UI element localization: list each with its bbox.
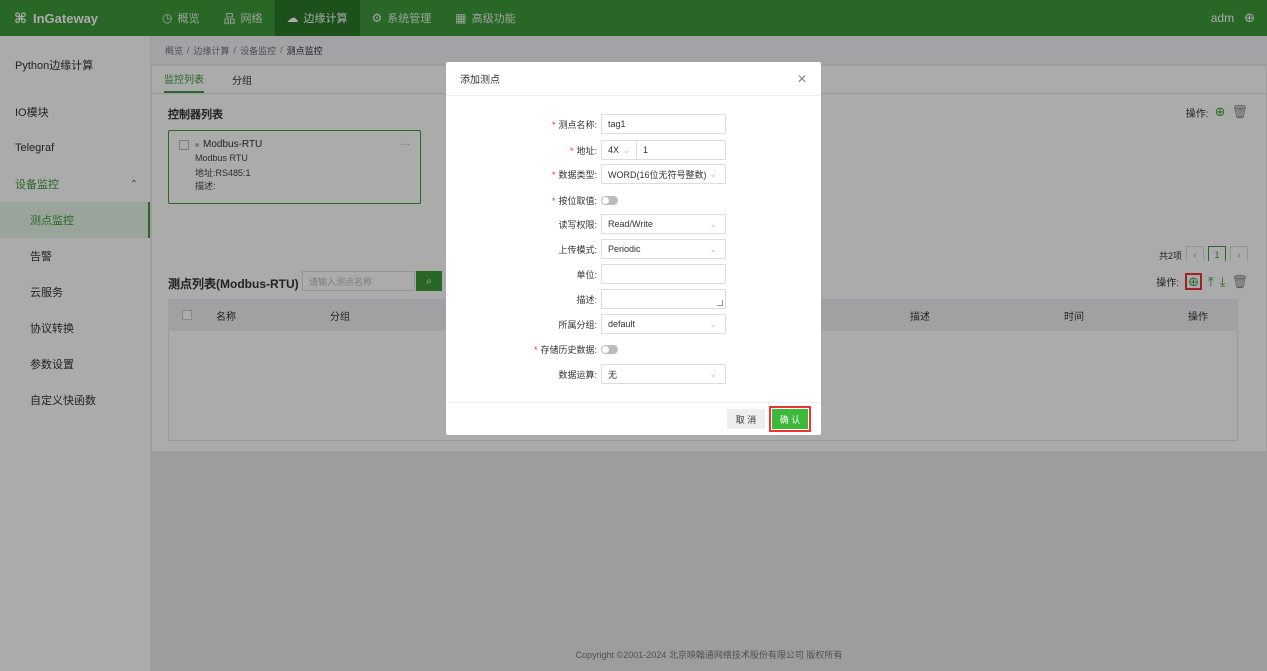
- chevron-down-icon: ⌄: [709, 169, 717, 179]
- dialog-title: 添加测点: [460, 75, 500, 86]
- chevron-down-icon: ⌄: [709, 369, 717, 379]
- data-type-select[interactable]: WORD(16位无符号整数) ⌄: [601, 164, 726, 184]
- field-label: 所属分组:: [558, 319, 597, 330]
- field-upload: 上传模式: Periodic ⌄: [446, 239, 821, 259]
- field-calc: 数据运算: 无 ⌄: [446, 364, 821, 384]
- field-label: 数据运算:: [558, 369, 597, 380]
- close-icon[interactable]: ✕: [797, 72, 807, 86]
- confirm-highlight: 确 认: [769, 406, 811, 432]
- field-label: * 地址:: [569, 145, 597, 156]
- field-group: 所属分组: default ⌄: [446, 314, 821, 334]
- chevron-down-icon: ⌄: [709, 244, 717, 254]
- field-label: * 存储历史数据:: [533, 344, 597, 355]
- unit-input[interactable]: [601, 264, 726, 284]
- field-unit: 单位:: [446, 264, 821, 284]
- chevron-down-icon: ⌄: [709, 319, 717, 329]
- field-label: * 数据类型:: [551, 169, 597, 180]
- name-input[interactable]: tag1: [601, 114, 726, 134]
- add-point-dialog: 添加测点 ✕ * 测点名称: tag1 * 地址: 4X ⌄ 1 * 数据类型: WOR…: [446, 62, 821, 435]
- group-select[interactable]: default ⌄: [601, 314, 726, 334]
- field-label: 读写权限:: [558, 219, 597, 230]
- field-label: 单位:: [576, 269, 597, 280]
- field-name: * 测点名称: tag1: [446, 114, 821, 134]
- chevron-down-icon: ⌄: [623, 144, 631, 155]
- field-label: 描述:: [576, 294, 597, 305]
- field-rw: 读写权限: Read/Write ⌄: [446, 214, 821, 234]
- field-history: * 存储历史数据:: [446, 339, 821, 359]
- confirm-button[interactable]: 确 认: [772, 409, 808, 429]
- field-address: * 地址: 4X ⌄ 1: [446, 140, 821, 160]
- dialog-footer: 取 消 确 认: [446, 402, 821, 435]
- rw-select[interactable]: Read/Write ⌄: [601, 214, 726, 234]
- bit-toggle[interactable]: [601, 195, 618, 205]
- field-desc: 描述:: [446, 289, 821, 309]
- field-label: * 测点名称:: [551, 119, 597, 130]
- address-input[interactable]: 1: [637, 140, 726, 160]
- cancel-button[interactable]: 取 消: [727, 409, 765, 429]
- history-toggle[interactable]: [601, 344, 618, 354]
- dialog-header: 添加测点 ✕: [446, 62, 821, 96]
- chevron-down-icon: ⌄: [709, 219, 717, 229]
- field-bit: * 按位取值:: [446, 190, 821, 210]
- field-label: 上传模式:: [558, 244, 597, 255]
- upload-mode-select[interactable]: Periodic ⌄: [601, 239, 726, 259]
- address-type-select[interactable]: 4X ⌄: [601, 140, 637, 160]
- field-data-type: * 数据类型: WORD(16位无符号整数) ⌄: [446, 164, 821, 184]
- calc-select[interactable]: 无 ⌄: [601, 364, 726, 384]
- description-textarea[interactable]: [601, 289, 726, 309]
- field-label: * 按位取值:: [551, 195, 597, 206]
